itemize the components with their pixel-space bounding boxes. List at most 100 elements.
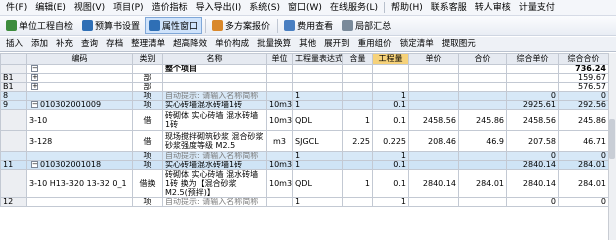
toolbar2-item-1[interactable]: 添加 [27,37,52,51]
cell-idx: 11 [0,160,27,170]
vertical-scrollbar[interactable] [608,53,616,240]
column-header-3[interactable]: 名称 [162,53,267,65]
cell-name[interactable]: 砖砌体 实心砖墙 混水砖墙 1砖 换为【混合砂浆 M2.5(预拌)】 [162,169,267,198]
cell-utotal: 46.71 [558,130,609,152]
cell-price [408,100,459,110]
cell-total [458,160,507,170]
cell-price [408,73,459,83]
column-header-0[interactable] [0,53,27,65]
cell-name[interactable]: 实心砖墙混水砖墙1砖 [162,100,267,110]
cell-name[interactable]: 砖砌体 实心砖墙 混水砖墙 1砖 [162,109,267,131]
menu-item-3[interactable]: 项目(P) [109,1,147,15]
cell-utotal: 245.86 [558,109,609,131]
toolbar-icon [212,20,224,31]
toolbar2-item-5[interactable]: 整理清单 [127,37,169,51]
cell-code[interactable]: + [26,82,133,92]
tree-toggle-icon[interactable]: − [31,65,38,72]
toolbar2-item-9[interactable]: 其他 [295,37,320,51]
cell-code[interactable]: − [26,64,133,74]
toolbar2-item-0[interactable]: 插入 [2,37,27,51]
table-row[interactable]: 3-10 H13-320 13-32 0_1 借换 砖砌体 实心砖墙 混水砖墙 1砖… [0,169,609,198]
tree-toggle-icon[interactable]: − [31,161,38,168]
column-header-10[interactable]: 综合单价 [506,53,559,65]
menu-item-7[interactable]: 窗口(W) [284,1,326,15]
menu-item-10[interactable]: 联系客服 [427,1,471,15]
cell-code[interactable]: 3-128 [26,130,133,152]
column-header-6[interactable]: 含量 [342,53,373,65]
cell-code[interactable]: + [26,73,133,83]
menu-item-4[interactable]: 造价指标 [148,1,192,15]
menu-item-8[interactable]: 在线服务(L) [326,1,382,15]
toolbar2-item-3[interactable]: 查询 [77,37,102,51]
cell-text: 10m3 [269,100,293,109]
cell-name[interactable]: 整个项目 [162,64,267,74]
toolbar1-button-4[interactable]: 费用查看 [280,17,337,34]
cell-name[interactable]: 现场搅拌砌筑砂浆 混合砂浆 砂浆强度等级 M2.5 [162,130,267,152]
cell-name[interactable]: 自动提示: 请输入名称简称 [162,197,267,207]
table-row[interactable]: B1 + 部 159.67 [0,73,609,83]
cell-cont [342,91,373,101]
toolbar1-button-0[interactable]: 单位工程自检 [2,17,77,34]
table-row[interactable]: 项 自动提示: 请输入名称简称 1 1 0 0 [0,151,609,161]
table-row[interactable]: 11 −010302001018 项 实心砖墙混水砖墙1砖 10m3 1 0.1 2840.1… [0,160,609,170]
tree-toggle-icon[interactable]: − [31,101,38,108]
menu-bar: 件(F) 编辑(E) 视图(V) 项目(P) 造价指标 导入导出(I) 系统(S) 窗口(W)… [0,0,616,16]
cell-code[interactable]: −010302001009 [26,100,133,110]
toolbar2-item-13[interactable]: 提取图元 [438,37,480,51]
table-row[interactable]: B1 + 部 576.57 [0,82,609,92]
column-header-11[interactable]: 综合合价 [558,53,609,65]
table-row[interactable]: 3-10 借 砖砌体 实心砖墙 混水砖墙 1砖 10m3 QDL 1 0.1 2458.56 2… [0,109,609,131]
cell-idx [0,151,27,161]
toolbar2-item-6[interactable]: 超高降效 [169,37,211,51]
column-header-7[interactable]: 工程量 [372,53,409,65]
menu-item-0[interactable]: 件(F) [2,1,31,15]
tree-toggle-icon[interactable]: + [31,74,38,81]
cell-code[interactable]: −010302001018 [26,160,133,170]
cell-name[interactable]: 实心砖墙混水砖墙1砖 [162,160,267,170]
toolbar2-item-7[interactable]: 单价构成 [211,37,253,51]
column-header-9[interactable]: 合价 [458,53,507,65]
tree-toggle-icon[interactable]: + [31,83,38,90]
cell-code[interactable] [26,151,133,161]
cell-code[interactable] [26,91,133,101]
menu-item-9[interactable]: 帮助(H) [387,1,427,15]
toolbar2-item-4[interactable]: 存档 [102,37,127,51]
column-header-8[interactable]: 单价 [408,53,459,65]
cell-name[interactable]: 自动提示: 请输入名称简称 [162,151,267,161]
menu-item-2[interactable]: 视图(V) [70,1,109,15]
cell-name[interactable]: 自动提示: 请输入名称简称 [162,91,267,101]
column-header-4[interactable]: 单位 [266,53,293,65]
menu-item-6[interactable]: 系统(S) [245,1,284,15]
menu-item-12[interactable]: 计量支付 [515,1,559,15]
toolbar1-button-5[interactable]: 局部汇总 [338,17,395,34]
toolbar2-item-8[interactable]: 批量换算 [253,37,295,51]
table-row[interactable]: 12 项 自动提示: 请输入名称简称 1 1 0 0 [0,197,609,207]
cell-name[interactable] [162,82,267,92]
cell-code[interactable]: 3-10 [26,109,133,131]
scroll-thumb[interactable] [609,119,615,159]
toolbar1-label: 费用查看 [297,22,334,32]
toolbar2-item-11[interactable]: 重用组价 [354,37,396,51]
toolbar1-button-1[interactable]: 预算书设置 [78,17,144,34]
toolbar1-button-2[interactable]: 属性窗口 [145,17,203,34]
column-header-5[interactable]: 工程量表达式 [292,53,343,65]
menu-item-5[interactable]: 导入导出(I) [192,1,246,15]
cell-code[interactable]: 3-10 H13-320 13-32 0_1 [26,169,133,198]
table-row[interactable]: 8 项 自动提示: 请输入名称简称 1 1 0 0 [0,91,609,101]
table-row[interactable]: − 整个项目 736.24 [0,64,609,74]
toolbar2-item-10[interactable]: 展开到 [320,37,354,51]
toolbar1-button-3[interactable]: 多方案报价 [208,17,274,34]
cell-expr: QDL [292,169,343,198]
column-header-2[interactable]: 类别 [132,53,163,65]
toolbar2-item-12[interactable]: 锁定清单 [396,37,438,51]
cell-name[interactable] [162,73,267,83]
column-header-1[interactable]: 编码 [26,53,133,65]
menu-item-11[interactable]: 转人审核 [471,1,515,15]
table-row[interactable]: 3-128 借 现场搅拌砌筑砂浆 混合砂浆 砂浆强度等级 M2.5 m3 SJGCL 2.… [0,130,609,152]
cell-price [408,197,459,207]
cell-text: 10m3 [269,160,293,169]
toolbar2-item-2[interactable]: 补充 [52,37,77,51]
table-row[interactable]: 9 −010302001009 项 实心砖墙混水砖墙1砖 10m3 1 0.1 2925.61… [0,100,609,110]
cell-code[interactable] [26,197,133,207]
menu-item-1[interactable]: 编辑(E) [31,1,70,15]
